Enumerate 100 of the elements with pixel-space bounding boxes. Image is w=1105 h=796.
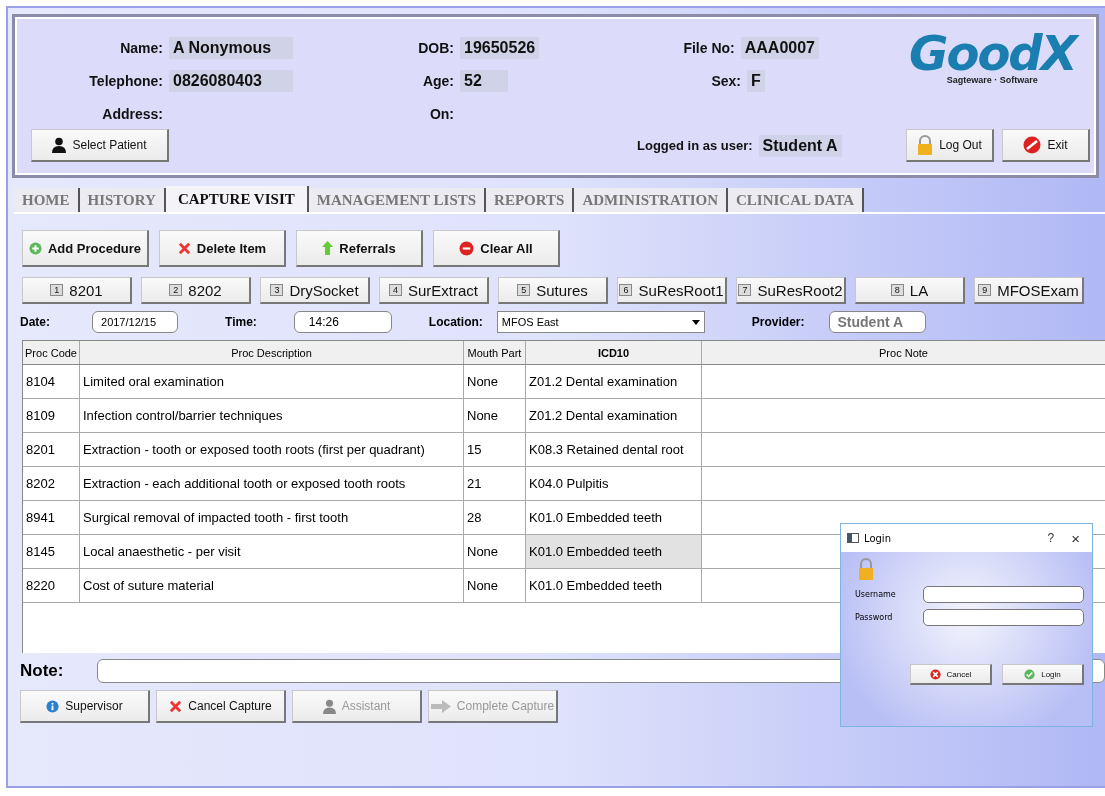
shortcut-button[interactable]: 3 DrySocket	[260, 277, 370, 304]
table-cell: K04.0 Pulpitis	[526, 467, 702, 500]
table-cell: 8941	[23, 501, 80, 534]
cross-icon	[169, 699, 183, 713]
note-label: Note:	[20, 661, 65, 681]
logged-in-label: Logged in as user:	[637, 138, 753, 153]
padlock-icon	[917, 135, 934, 155]
table-cell: 8104	[23, 365, 80, 398]
table-cell: 15	[464, 433, 526, 466]
dropdown-caret-icon	[691, 319, 700, 325]
table-cell: None	[464, 365, 526, 398]
field-value: A Nonymous	[169, 37, 293, 59]
table-cell: 8202	[23, 467, 80, 500]
shortcut-button[interactable]: 1 8201	[22, 277, 132, 304]
shortcut-button[interactable]: 4 SurExtract	[379, 277, 489, 304]
tab[interactable]: REPORTS	[486, 188, 575, 212]
padlock-icon	[858, 558, 874, 580]
table-cell: None	[464, 569, 526, 602]
login-button[interactable]: Login	[1002, 664, 1084, 685]
username-field[interactable]	[923, 586, 1084, 603]
field-label: Sex:	[710, 73, 741, 89]
username-label: Username	[854, 590, 897, 599]
table-cell: Z01.2 Dental examination	[526, 399, 702, 432]
person-icon	[52, 137, 67, 153]
action-button[interactable]: Add Procedure	[22, 230, 149, 267]
password-label: Password	[854, 613, 894, 622]
help-button[interactable]: ?	[1041, 531, 1061, 545]
check-circle-icon	[1024, 668, 1036, 680]
action-button[interactable]: Clear All	[433, 230, 560, 267]
plus-circle-icon	[28, 241, 42, 255]
logged-in-user: Student A	[758, 134, 842, 157]
field-value: F	[747, 70, 765, 92]
tab[interactable]: HISTORY	[79, 188, 166, 212]
field-value: AAA0007	[740, 37, 819, 59]
field-label: Name:	[119, 40, 163, 56]
header-button[interactable]: Log Out	[906, 129, 994, 162]
table-cell: Extraction - tooth or exposed tooth roots (first per quadrant)	[80, 433, 464, 466]
table-cell: 28	[464, 501, 526, 534]
location-dropdown[interactable]: MFOS East	[496, 311, 705, 333]
info-icon	[46, 699, 60, 713]
person-icon	[322, 698, 336, 714]
tab[interactable]: MANAGEMENT LISTS	[308, 188, 487, 212]
bottom-button[interactable]: Cancel Capture	[156, 690, 286, 723]
no-entry-icon	[1023, 136, 1042, 154]
bottom-button[interactable]: Supervisor	[20, 690, 150, 723]
field-value: 19650526	[460, 37, 540, 59]
dialog-title: Login	[864, 532, 892, 544]
up-arrow-icon	[322, 241, 334, 255]
logo-tagline: Sagteware · Software	[946, 75, 1038, 85]
shortcut-button[interactable]: 8 LA	[855, 277, 965, 304]
header-button[interactable]: Exit	[1002, 129, 1090, 162]
column-header: Proc Note	[878, 345, 929, 361]
table-cell: K01.0 Embedded teeth	[526, 535, 702, 568]
table-cell: K01.0 Embedded teeth	[526, 569, 702, 602]
tab[interactable]: HOME	[14, 188, 80, 212]
cross-icon	[177, 241, 191, 255]
table-cell: Infection control/barrier techniques	[80, 399, 464, 432]
cross-circle-icon	[929, 668, 941, 680]
shortcut-button[interactable]: 7 SuResRoot2	[736, 277, 846, 304]
tab[interactable]: ADMINISTRATION	[574, 188, 728, 212]
shortcut-button[interactable]: 9 MFOSExam	[974, 277, 1084, 304]
table-cell: 8145	[23, 535, 80, 568]
date-field[interactable]: 2017/12/15	[92, 311, 178, 333]
table-cell: Z01.2 Dental examination	[526, 365, 702, 398]
cancel-button[interactable]: Cancel	[910, 664, 992, 685]
shortcut-button[interactable]: 6 SuResRoot1	[617, 277, 727, 304]
table-cell: 8220	[23, 569, 80, 602]
location-label: Location:	[428, 315, 483, 329]
select-patient-button[interactable]: Select Patient	[31, 129, 169, 162]
password-field[interactable]	[923, 609, 1084, 626]
column-header: Proc Code	[23, 341, 80, 364]
shortcut-button[interactable]: 2 8202	[141, 277, 251, 304]
table-cell: Extraction - each additional tooth or exposed tooth roots	[80, 467, 464, 500]
field-label: Address:	[101, 106, 163, 122]
shortcut-button[interactable]: 5 Sutures	[498, 277, 608, 304]
field-label: On:	[428, 106, 454, 122]
column-header: Mouth Part	[464, 341, 526, 364]
tab[interactable]: CAPTURE VISIT	[165, 186, 309, 212]
column-header: Proc Description	[80, 341, 464, 364]
table-cell: None	[464, 399, 526, 432]
table-cell: 8201	[23, 433, 80, 466]
minus-circle-icon	[459, 240, 475, 256]
provider-field[interactable]: Student A	[828, 311, 926, 333]
field-label: File No:	[682, 40, 735, 56]
table-cell: Surgical removal of impacted tooth - first tooth	[80, 501, 464, 534]
field-value: 52	[460, 70, 508, 92]
provider-label: Provider:	[751, 315, 805, 329]
date-label: Date:	[20, 315, 50, 329]
close-button[interactable]: ×	[1065, 529, 1086, 547]
time-field[interactable]: 14:26	[293, 311, 392, 333]
table-cell: K01.0 Embedded teeth	[526, 501, 702, 534]
table-cell: Limited oral examination	[80, 365, 464, 398]
time-label: Time:	[225, 315, 257, 329]
field-label: Age:	[421, 73, 454, 89]
right-arrow-icon	[430, 699, 451, 713]
window-icon	[847, 533, 859, 543]
tab[interactable]: CLINICAL DATA	[728, 188, 865, 212]
action-button[interactable]: Referrals	[296, 230, 423, 267]
field-label: Telephone:	[88, 73, 163, 89]
action-button[interactable]: Delete Item	[159, 230, 286, 267]
